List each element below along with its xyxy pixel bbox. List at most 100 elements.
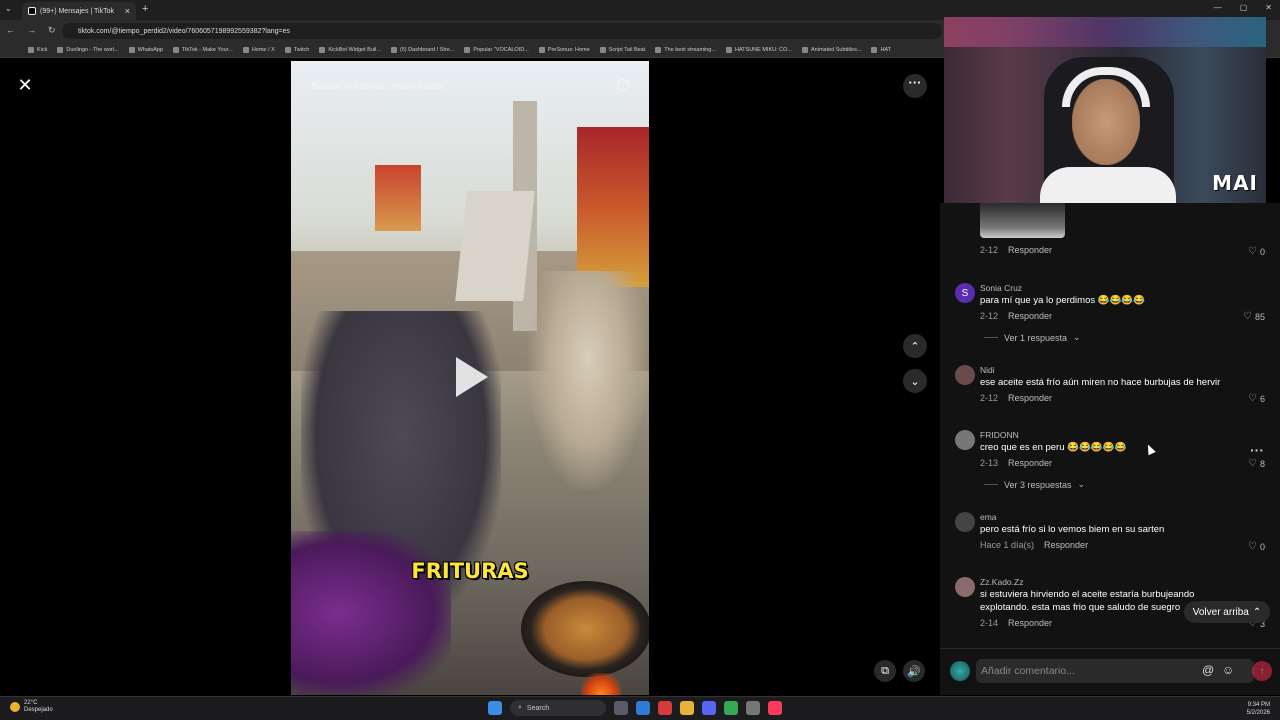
avatar[interactable] (955, 512, 975, 532)
webcam-logo: MAI (1212, 171, 1258, 195)
back-to-top-button[interactable]: Volver arriba ⌃ (1184, 601, 1270, 623)
reply-button[interactable]: Responder (1044, 540, 1088, 550)
file-explorer-icon[interactable] (680, 701, 694, 715)
comment-username[interactable]: Sonia Cruz (980, 283, 1022, 293)
emoji-icon[interactable]: ☺ (1222, 663, 1234, 677)
bookmark-item[interactable]: Popular "VOCALOID... (464, 46, 529, 53)
comment-username[interactable]: FRIDONN (980, 430, 1019, 440)
bookmark-item[interactable]: Twitch (284, 46, 309, 53)
taskbar-search[interactable]: ⌕ Search (510, 700, 606, 716)
bookmark-item[interactable]: WhatsApp (128, 46, 163, 53)
avatar[interactable] (955, 430, 975, 450)
bookmark-item[interactable]: KickBot Widget Buil... (319, 46, 381, 53)
comments-panel: 2-12 Responder ♡ 0 S Sonia Cruz para mí q… (940, 203, 1280, 648)
comment-date: 2-12 (980, 245, 999, 255)
system-clock[interactable]: 9:34 PM 5/2/2026 (1247, 701, 1270, 717)
reload-icon[interactable]: ↻ (48, 25, 56, 36)
bookmark-item[interactable]: (5) Dashboard / Stre... (390, 46, 455, 53)
bookmark-item[interactable]: TikTok - Make Your... (172, 46, 233, 53)
view-replies-button[interactable]: Ver 1 respuesta ⌄ (984, 332, 1081, 343)
reply-button[interactable]: Responder (1008, 618, 1052, 628)
like-button[interactable]: ♡ 0 (1248, 541, 1265, 552)
comment-date: Hace 1 día(s) (980, 540, 1035, 550)
bookmark-item[interactable]: HATSUNE MIKU: CO... (725, 46, 792, 53)
like-button[interactable]: ♡ 8 (1248, 458, 1265, 469)
chrome-icon[interactable] (724, 701, 738, 715)
new-tab-icon[interactable]: + (142, 3, 148, 15)
bookmark-item[interactable]: The best streaming... (655, 46, 716, 53)
bookmark-item[interactable]: Animated Subtitles... (802, 46, 861, 53)
bookmark-label: TikTok - Make Your... (181, 46, 233, 53)
send-icon[interactable]: ↑ (1252, 661, 1272, 681)
forward-icon[interactable]: → (27, 25, 36, 36)
bookmark-item[interactable]: Kick (28, 46, 47, 53)
comment-username[interactable]: Nidi (980, 365, 995, 375)
close-video-icon[interactable]: ✕ (14, 74, 36, 96)
avatar[interactable]: S (955, 283, 975, 303)
video-scene-person (527, 271, 649, 491)
video-player[interactable]: Buscar contenido relacionado FRITURAS (291, 61, 649, 695)
edge-icon[interactable] (636, 701, 650, 715)
comment-meta: 2-12 Responder (980, 393, 1052, 403)
windows-start-icon[interactable] (488, 701, 502, 715)
comment-date: 2-13 (980, 458, 999, 468)
app-icon[interactable] (658, 701, 672, 715)
floating-player-icon[interactable]: ⧉ (874, 660, 896, 682)
comment-more-icon[interactable]: ··· (1250, 442, 1264, 458)
video-scene-cloth (291, 531, 451, 695)
bookmark-item[interactable]: Home / X (242, 46, 275, 53)
like-button[interactable]: ♡ 6 (1248, 393, 1265, 404)
play-icon[interactable] (456, 357, 488, 397)
bookmark-favicon-icon (464, 46, 471, 53)
like-button[interactable]: ♡ 0 (1248, 246, 1265, 257)
weather-status: Despejado (24, 707, 53, 713)
bookmark-label: Duolingo - The worl... (66, 46, 119, 53)
reply-button[interactable]: Responder (1008, 458, 1052, 468)
bookmark-item[interactable]: HAT (871, 46, 891, 53)
heart-icon: ♡ (1243, 311, 1252, 322)
music-icon[interactable] (768, 701, 782, 715)
browser-tab[interactable]: (99+) Mensajes | TikTok × (22, 2, 136, 20)
settings-icon[interactable] (746, 701, 760, 715)
bookmark-label: KickBot Widget Buil... (328, 46, 381, 53)
url-input[interactable]: tiktok.com/@tiempo_perdid2/video/7606057… (62, 23, 942, 39)
close-window-icon[interactable]: ✕ (1265, 3, 1272, 12)
bookmark-label: (5) Dashboard / Stre... (399, 46, 455, 53)
more-options-icon[interactable]: ··· (903, 74, 927, 98)
bookmark-favicon-icon (655, 46, 662, 53)
reply-button[interactable]: Responder (1008, 393, 1052, 403)
search-icon[interactable] (617, 79, 629, 91)
discord-icon[interactable] (702, 701, 716, 715)
mention-icon[interactable]: @ (1202, 663, 1214, 677)
view-replies-button[interactable]: Ver 3 respuestas ⌄ (984, 479, 1085, 490)
reply-button[interactable]: Responder (1008, 245, 1052, 255)
comment-username[interactable]: ema (980, 512, 997, 522)
avatar[interactable] (955, 577, 975, 597)
chevron-down-icon: ⌄ (1073, 332, 1081, 342)
next-video-icon[interactable]: ⌄ (903, 369, 927, 393)
previous-video-icon[interactable]: ⌃ (903, 334, 927, 358)
close-tab-icon[interactable]: × (125, 6, 130, 16)
bookmark-item[interactable]: Duolingo - The worl... (57, 46, 119, 53)
comment-username[interactable]: Zz.Kado.Zz (980, 577, 1023, 587)
comment-date: 2-12 (980, 311, 999, 321)
maximize-icon[interactable]: ▢ (1240, 3, 1248, 12)
clock-time: 9:34 PM (1247, 702, 1270, 708)
task-view-icon[interactable] (614, 701, 628, 715)
volume-icon[interactable]: 🔊 (903, 660, 925, 682)
back-icon[interactable]: ← (6, 25, 15, 36)
bookmark-item[interactable]: Script Tail Beat (599, 46, 645, 53)
minimize-icon[interactable]: — (1214, 3, 1222, 12)
weather-widget[interactable]: 22°C Despejado (10, 700, 53, 714)
avatar[interactable] (955, 365, 975, 385)
like-count: 0 (1259, 541, 1265, 552)
reply-button[interactable]: Responder (1008, 311, 1052, 321)
tab-search-icon[interactable]: ⌄ (5, 4, 12, 13)
like-button[interactable]: ♡ 85 (1243, 311, 1265, 322)
bookmark-label: Popular "VOCALOID... (473, 46, 529, 53)
temperature: 22°C (24, 700, 38, 706)
heart-icon: ♡ (1248, 541, 1257, 552)
bookmark-item[interactable]: PreSonus: Home (538, 46, 590, 53)
related-search-input[interactable]: Buscar contenido relacionado (311, 81, 443, 92)
like-count: 0 (1259, 246, 1265, 257)
